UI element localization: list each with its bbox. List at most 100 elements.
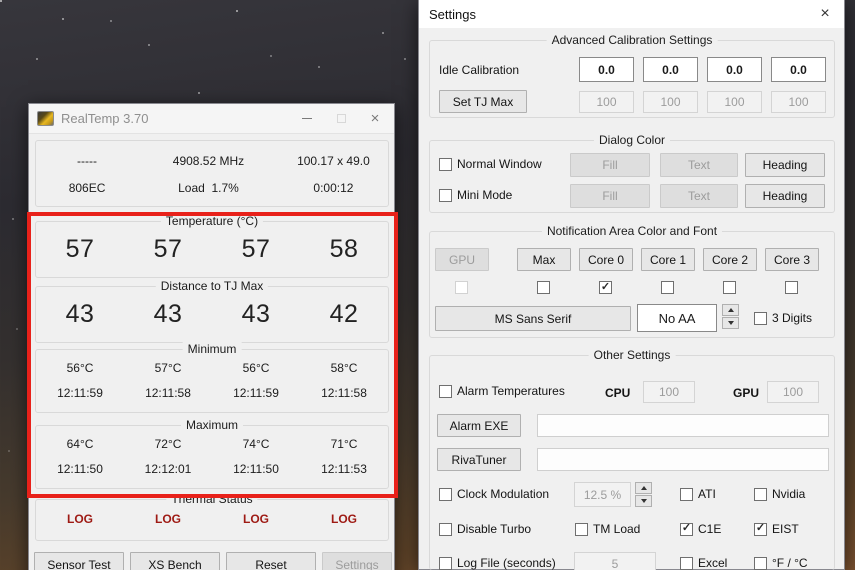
core3-distance: 42 [329, 300, 359, 328]
desktop: RealTemp 3.70 × ----- 4908.52 MHz 100.17… [0, 0, 855, 570]
c1e-checkbox[interactable]: ✓ C1E [680, 522, 721, 536]
spinner-down-button[interactable] [722, 317, 739, 329]
cpu-load-value: Load 1.7% [138, 181, 279, 195]
spinner-down-button[interactable] [635, 495, 652, 507]
checkbox-box [439, 522, 452, 536]
log-file-interval-input: 5 [574, 552, 656, 570]
clock-modulation-label: Clock Modulation [457, 487, 550, 501]
settings-titlebar[interactable]: Settings × [419, 0, 844, 28]
alarm-temperatures-label: Alarm Temperatures [457, 384, 565, 398]
spinner-up-button[interactable] [722, 304, 739, 316]
realtemp-titlebar[interactable]: RealTemp 3.70 × [29, 104, 394, 134]
reset-button[interactable]: Reset [226, 552, 316, 570]
realtemp-window: RealTemp 3.70 × ----- 4908.52 MHz 100.17… [28, 103, 395, 570]
arrow-up-icon [727, 308, 734, 312]
minimum-group-title: Minimum [182, 342, 242, 356]
core0-max-time: 12:11:50 [57, 462, 103, 476]
font-select-button[interactable]: MS Sans Serif [435, 306, 631, 331]
check-icon: ✓ [681, 522, 692, 534]
normal-window-checkbox[interactable]: Normal Window [439, 157, 542, 171]
normal-text-button: Text [660, 153, 738, 177]
idle-calibration-input-3[interactable]: 0.0 [771, 57, 826, 82]
minimum-group: Minimum 56°C 57°C 56°C 58°C 12:11:59 12:… [35, 342, 389, 413]
core1-distance: 43 [153, 300, 183, 328]
mini-heading-button[interactable]: Heading [745, 184, 825, 208]
checkbox-box: ✓ [754, 522, 767, 536]
checkbox-box [754, 556, 767, 570]
fahrenheit-celsius-label: °F / °C [772, 556, 808, 570]
minimize-button[interactable] [290, 104, 324, 133]
settings-close-button[interactable]: × [810, 1, 840, 27]
spinner-up-button[interactable] [635, 482, 652, 494]
ati-checkbox[interactable]: ATI [680, 487, 716, 501]
fahrenheit-celsius-checkbox[interactable]: °F / °C [754, 556, 808, 570]
excel-checkbox[interactable]: Excel [680, 556, 727, 570]
core1-show-checkbox[interactable] [661, 281, 674, 294]
checkbox-box [754, 311, 767, 325]
log-file-checkbox[interactable]: Log File (seconds) [439, 556, 556, 570]
cpu-info-group: ----- 4908.52 MHz 100.17 x 49.0 806EC Lo… [35, 140, 389, 207]
max-show-checkbox[interactable] [537, 281, 550, 294]
cpu-multiplier-value: 100.17 x 49.0 [297, 154, 370, 168]
core0-distance: 43 [65, 300, 95, 328]
idle-calibration-input-0[interactable]: 0.0 [579, 57, 634, 82]
tj-max-input-1: 100 [643, 91, 698, 113]
xs-bench-button[interactable]: XS Bench [130, 552, 220, 570]
eist-checkbox[interactable]: ✓ EIST [754, 522, 799, 536]
minimize-icon [302, 118, 312, 119]
core0-color-button[interactable]: Core 0 [579, 248, 633, 271]
gpu-color-button: GPU [435, 248, 489, 271]
settings-window: Settings × Advanced Calibration Settings… [418, 0, 845, 570]
idle-calibration-input-2[interactable]: 0.0 [707, 57, 762, 82]
alarm-exe-button[interactable]: Alarm EXE [437, 414, 521, 437]
core0-show-checkbox[interactable]: ✓ [599, 281, 612, 294]
alarm-temperatures-checkbox[interactable]: Alarm Temperatures [439, 384, 565, 398]
maximize-icon [336, 114, 346, 123]
core3-show-checkbox[interactable] [785, 281, 798, 294]
checkbox-box [439, 157, 452, 171]
core0-log-status: LOG [67, 512, 93, 526]
core2-show-checkbox[interactable] [723, 281, 736, 294]
notification-area-group: Notification Area Color and Font GPU Max… [429, 224, 835, 338]
close-icon: × [820, 5, 830, 22]
set-tj-max-button[interactable]: Set TJ Max [439, 90, 527, 113]
checkbox-box [661, 281, 674, 294]
rivatuner-path-field[interactable] [537, 448, 829, 471]
normal-fill-button: Fill [570, 153, 650, 177]
core3-min-temp: 58°C [330, 361, 358, 375]
settings-button: Settings [322, 552, 392, 570]
maximum-group: Maximum 64°C 72°C 74°C 71°C 12:11:50 12:… [35, 418, 389, 489]
nvidia-checkbox[interactable]: Nvidia [754, 487, 805, 501]
core0-temperature: 57 [65, 235, 95, 263]
dialog-color-group: Dialog Color Normal Window Fill Text Hea… [429, 133, 835, 213]
core1-color-button[interactable]: Core 1 [641, 248, 695, 271]
mini-mode-checkbox[interactable]: Mini Mode [439, 188, 512, 202]
maximize-button [324, 104, 358, 133]
normal-heading-button[interactable]: Heading [745, 153, 825, 177]
clock-modulation-spinner [635, 482, 652, 507]
dialog-color-title: Dialog Color [593, 133, 671, 147]
disable-turbo-label: Disable Turbo [457, 522, 532, 536]
core2-color-button[interactable]: Core 2 [703, 248, 757, 271]
core1-temperature: 57 [153, 235, 183, 263]
close-button[interactable]: × [358, 104, 392, 133]
realtemp-window-title: RealTemp 3.70 [61, 111, 149, 126]
alarm-exe-path-field[interactable] [537, 414, 829, 437]
core3-temperature: 58 [329, 235, 359, 263]
advanced-calibration-title: Advanced Calibration Settings [546, 33, 718, 47]
disable-turbo-checkbox[interactable]: Disable Turbo [439, 522, 531, 536]
core2-temperature: 57 [241, 235, 271, 263]
settings-window-title: Settings [429, 6, 476, 22]
idle-calibration-input-1[interactable]: 0.0 [643, 57, 698, 82]
tm-load-checkbox[interactable]: TM Load [575, 522, 640, 536]
three-digits-checkbox[interactable]: 3 Digits [754, 311, 812, 325]
clock-modulation-checkbox[interactable]: Clock Modulation [439, 487, 549, 501]
load-label: Load [178, 181, 205, 195]
rivatuner-button[interactable]: RivaTuner [437, 448, 521, 471]
core3-color-button[interactable]: Core 3 [765, 248, 819, 271]
core2-distance: 43 [241, 300, 271, 328]
max-color-button[interactable]: Max [517, 248, 571, 271]
checkbox-box: ✓ [599, 281, 612, 294]
sensor-test-button[interactable]: Sensor Test [34, 552, 124, 570]
mini-fill-button: Fill [570, 184, 650, 208]
